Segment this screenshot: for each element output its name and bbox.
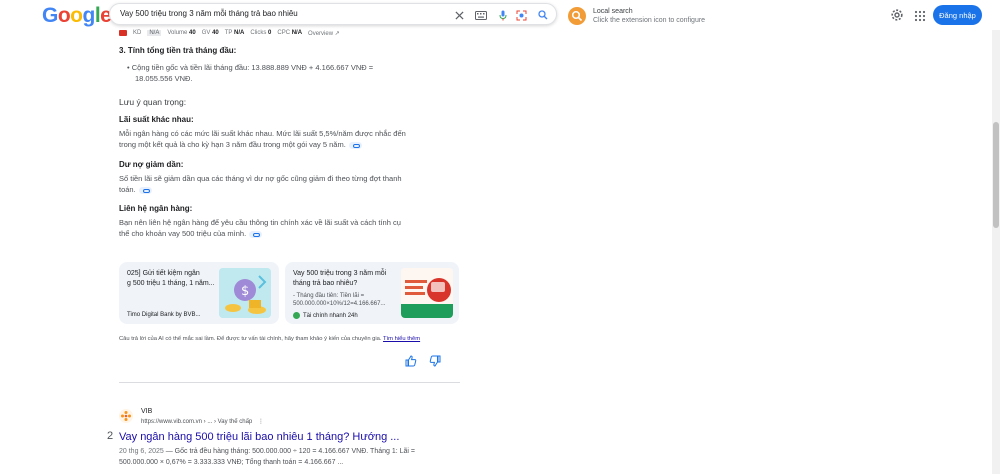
overview-label: Overview — [308, 30, 334, 37]
card-snippet-line2: 500.000.000×10%/12=4.166.667... — [293, 301, 386, 307]
svg-text:$: $ — [241, 284, 249, 299]
bullet-line1: Cộng tiền gốc và tiền lãi tháng đầu: 13.… — [131, 63, 374, 72]
logo-letter: g — [82, 4, 96, 27]
card-title-line1: Vay 500 triệu trong 3 năm mỗi — [293, 270, 387, 277]
card-title: Vay 500 triệu trong 3 năm mỗi tháng trả … — [293, 269, 386, 289]
signin-button[interactable]: Đăng nhập — [933, 5, 982, 25]
tp-label: TP — [224, 30, 233, 36]
logo-letter: o — [57, 4, 71, 27]
thumbs-up-icon[interactable] — [405, 354, 417, 367]
volume-label: Volume — [167, 30, 188, 36]
result-snippet-line2: 500.000.000 × 0,67% = 3.333.333 VNĐ; Tổn… — [119, 459, 344, 466]
apps-grid-icon[interactable] — [914, 9, 926, 22]
lens-icon[interactable] — [514, 8, 528, 22]
disclaimer-text: Câu trả lời của AI có thể mắc sai lầm. Đ… — [119, 336, 382, 342]
ai-disclaimer: Câu trả lời của AI có thể mắc sai lầm. Đ… — [119, 336, 420, 342]
gv-label: GV — [201, 30, 211, 36]
card-title-line1: 025] Gửi tiết kiệm ngân — [127, 270, 200, 277]
section-divider — [119, 382, 460, 383]
item-text: Số tiền lãi sẽ giảm dần qua các tháng vì… — [119, 173, 454, 195]
kd-label: KD — [133, 30, 142, 36]
step3-heading: 3. Tính tổng tiền trả tháng đầu: — [119, 46, 237, 55]
source-link-icon[interactable] — [348, 141, 362, 149]
item-line2: trong một kết quả là cho kỳ hạn 3 năm đầ… — [119, 140, 346, 149]
step3-bullet: • Cộng tiền gốc và tiền lãi tháng đầu: 1… — [127, 62, 373, 84]
extension-subtitle: Click the extension icon to configure — [593, 17, 706, 24]
item-text: Bạn nên liên hệ ngân hàng để yêu cầu thô… — [119, 217, 454, 239]
gv-value: 40 — [212, 30, 219, 36]
logo-letter: G — [42, 4, 58, 27]
result-site-name[interactable]: VIB — [141, 408, 152, 415]
item-text: Mỗi ngân hàng có các mức lãi suất khác n… — [119, 128, 454, 150]
item-heading: Lãi suất khác nhau: — [119, 115, 194, 124]
result-number: 2 — [107, 430, 114, 442]
item-line2: toán. — [119, 185, 136, 194]
result-snippet: 20 thg 6, 2025 — Gốc trả đều hàng tháng:… — [119, 446, 464, 468]
search-icon[interactable] — [536, 8, 550, 22]
more-options-icon[interactable]: ⋮ — [258, 419, 264, 425]
keyboard-icon[interactable] — [474, 8, 488, 22]
cpc-value: N/A — [291, 30, 303, 36]
vib-favicon-icon — [119, 409, 133, 423]
source-favicon-icon — [293, 312, 300, 319]
cpc-label: CPC — [277, 30, 291, 36]
card-snippet: - Tháng đầu tiên: Tiền lãi = 500.000.000… — [293, 292, 385, 308]
source-card[interactable]: 025] Gửi tiết kiệm ngân g 500 triệu 1 th… — [119, 262, 279, 324]
card-title: 025] Gửi tiết kiệm ngân g 500 triệu 1 th… — [127, 269, 215, 289]
microphone-icon[interactable] — [496, 8, 510, 22]
card-source: Timo Digital Bank by BVB... — [127, 312, 200, 318]
source-card[interactable]: Vay 500 triệu trong 3 năm mỗi tháng trả … — [285, 262, 459, 324]
card-title-line2: tháng trả bao nhiêu? — [293, 280, 358, 287]
overview-link[interactable]: Overview ↗ — [308, 30, 340, 37]
card-thumbnail — [401, 268, 453, 318]
volume-value: 40 — [189, 30, 196, 36]
result-date: 20 thg 6, 2025 — [119, 448, 164, 455]
card-thumbnail: $ — [219, 268, 271, 318]
header: Google Vay 500 triệu trong 3 năm mỗi thá… — [0, 0, 1000, 30]
item-line1: Bạn nên liên hệ ngân hàng để yêu cầu thô… — [119, 218, 401, 227]
search-box[interactable]: Vay 500 triệu trong 3 năm mỗi tháng trả … — [109, 3, 557, 25]
source-link-icon[interactable] — [249, 230, 263, 238]
item-line1: Số tiền lãi sẽ giảm dần qua các tháng vì… — [119, 174, 402, 183]
seo-metrics-bar: KD N/A Volume 40 GV 40 TP N/A Clicks 0 C… — [119, 28, 340, 38]
gear-icon[interactable] — [890, 8, 904, 22]
item-line1: Mỗi ngân hàng có các mức lãi suất khác n… — [119, 129, 406, 138]
item-heading: Liên hệ ngân hàng: — [119, 204, 193, 213]
item-heading: Dư nợ giảm dần: — [119, 160, 184, 169]
card-source-name: Timo Digital Bank by BVB... — [127, 312, 201, 318]
google-logo[interactable]: Google — [42, 4, 112, 28]
clicks-value: 0 — [268, 30, 272, 36]
bullet-line2: 18.055.556 VNĐ. — [135, 74, 193, 83]
tp-value: N/A — [234, 30, 245, 36]
external-link-icon: ↗ — [334, 30, 340, 37]
card-source-name: Tài chính nhanh 24h — [303, 312, 358, 319]
search-input[interactable]: Vay 500 triệu trong 3 năm mỗi tháng trả … — [120, 9, 298, 18]
thumbs-down-icon[interactable] — [429, 354, 441, 367]
note-heading: Lưu ý quan trọng: — [119, 97, 187, 107]
page-scrollbar[interactable] — [992, 30, 1000, 474]
result-title-link[interactable]: Vay ngân hàng 500 triệu lãi bao nhiêu 1 … — [119, 431, 399, 443]
clear-icon[interactable] — [452, 8, 466, 22]
logo-letter: o — [70, 4, 83, 27]
local-search-extension-icon[interactable] — [568, 7, 586, 25]
item-line2: thể cho khoản vay 500 triệu của mình. — [119, 229, 247, 238]
source-link-icon[interactable] — [138, 186, 152, 194]
extension-title: Local search — [593, 8, 633, 15]
card-title-line2: g 500 triệu 1 tháng, 1 năm... — [127, 280, 215, 287]
clicks-label: Clicks — [250, 30, 267, 36]
card-snippet-line1: - Tháng đầu tiên: Tiền lãi = — [293, 293, 365, 299]
result-url[interactable]: https://www.vib.com.vn › ... › Vay thế c… — [141, 418, 264, 425]
card-source: Tài chính nhanh 24h — [293, 312, 358, 319]
result-snippet-line1: — Gốc trả đều hàng tháng: 500.000.000 ÷ … — [163, 448, 415, 455]
kd-value: N/A — [147, 30, 162, 36]
scrollbar-thumb[interactable] — [993, 122, 999, 228]
youtube-icon — [119, 30, 127, 36]
result-url-text: https://www.vib.com.vn › ... › Vay thế c… — [141, 419, 253, 425]
learn-more-link[interactable]: Tìm hiểu thêm — [383, 336, 420, 342]
